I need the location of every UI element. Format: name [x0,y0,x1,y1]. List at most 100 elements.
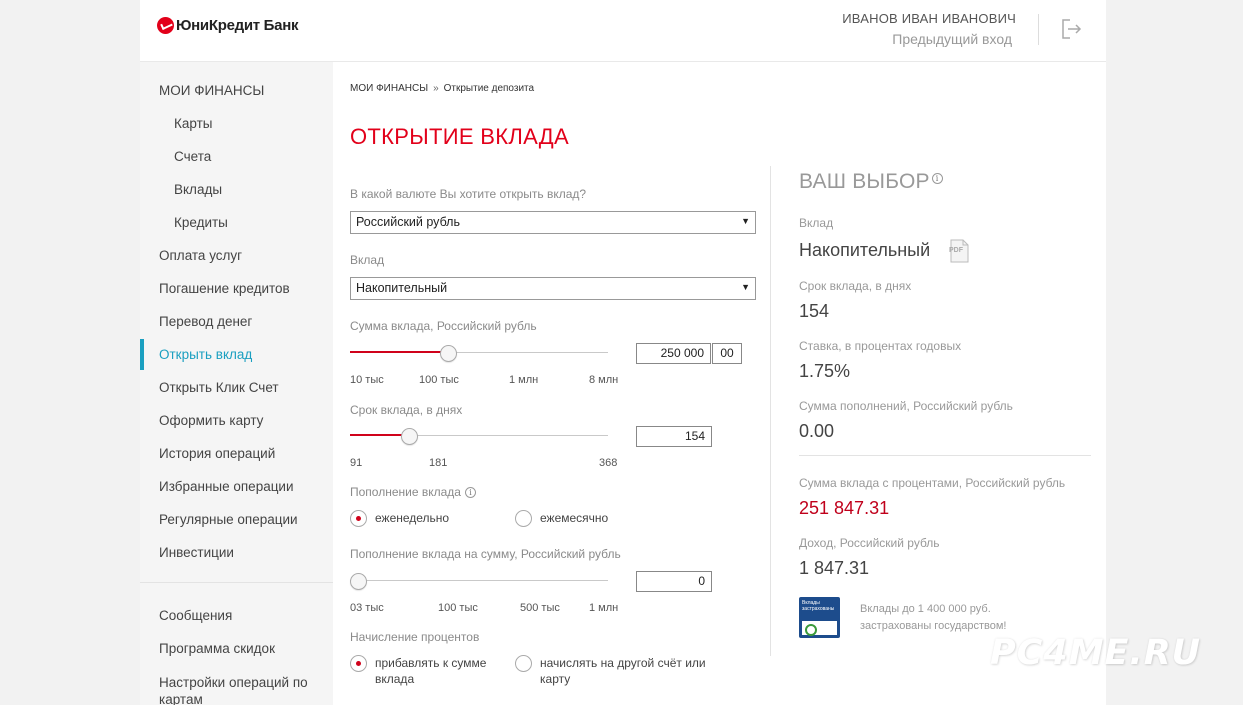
summary-income-value: 1 847.31 [799,558,870,578]
pdf-icon[interactable]: PDF [948,239,970,263]
summary-total-label: Сумма вклада с процентами, Российский ру… [799,476,1066,490]
deposit-type-select[interactable]: Накопительный ▼ [350,277,756,300]
topup-monthly-radio[interactable] [515,510,532,527]
amount-tick: 10 тыс [350,374,384,386]
topup-amount-tick: 500 тыс [520,602,560,614]
sidebar-item-accounts[interactable]: Счета [174,149,211,164]
interest-other-account-radio[interactable] [515,655,532,672]
amount-tick: 1 млн [509,374,539,386]
summary-title: ВАШ ВЫБОР i [799,170,943,194]
sidebar-item-deposits[interactable]: Вклады [174,182,222,197]
top-header: ЮниКредит Банк ИВАНОВ ИВАН ИВАНОВИЧ Пред… [140,0,1106,62]
amount-tick: 8 млн [589,374,619,386]
summary-separator [799,455,1091,456]
amount-slider[interactable] [350,343,608,363]
summary-term-label: Срок вклада, в днях [799,279,912,293]
term-slider[interactable] [350,426,608,446]
dropdown-arrow-icon: ▼ [741,282,750,292]
active-indicator [140,339,144,370]
deposit-type-label: Вклад [350,253,385,267]
info-icon[interactable]: i [464,487,476,498]
watermark: PC4ME.RU [990,633,1202,673]
interest-add-label[interactable]: прибавлять к сумме вклада [375,655,486,687]
insurance-logo-icon [802,621,837,636]
deposit-type-select-value: Накопительный [356,281,448,295]
sidebar-item-open-deposit[interactable]: Открыть вклад [159,347,252,362]
sidebar-item-open-click-account[interactable]: Открыть Клик Счет [159,380,279,395]
deposit-insurance-badge: Вклады застрахованы [799,597,840,638]
summary-divider [770,166,771,656]
topup-monthly-label[interactable]: ежемесячно [540,510,608,526]
term-tick: 181 [429,457,448,469]
topup-amount-tick: 1 млн [589,602,619,614]
interest-other-account-label[interactable]: начислять на другой счёт или карту [540,655,706,687]
sidebar-item-history[interactable]: История операций [159,446,275,461]
summary-term-value: 154 [799,301,830,321]
topup-amount-label: Пополнение вклада на сумму, Российский р… [350,547,621,561]
sidebar-item-loans[interactable]: Кредиты [174,215,228,230]
interest-label: Начисление процентов [350,630,480,644]
slider-thumb[interactable] [439,345,457,362]
unicredit-logo-icon [157,17,174,34]
page-title: ОТКРЫТИЕ ВКЛАДА [350,124,569,149]
amount-label: Сумма вклада, Российский рубль [350,319,537,333]
topup-amount-slider[interactable] [350,571,608,591]
sidebar-item-investments[interactable]: Инвестиции [159,545,234,560]
breadcrumb: МОИ ФИНАНСЫ » Открытие депозита [350,83,534,94]
info-icon[interactable]: i [931,173,943,184]
topup-label-text: Пополнение вклада [350,485,461,499]
badge-text: Вклады застрахованы [802,600,835,612]
summary-income-label: Доход, Российский рубль [799,536,940,550]
term-input[interactable]: 154 [636,426,712,447]
amount-tick: 100 тыс [419,374,459,386]
summary-total-value: 251 847.31 [799,498,890,518]
user-name: ИВАНОВ ИВАН ИВАНОВИЧ [842,11,1016,26]
topup-amount-tick: 100 тыс [438,602,478,614]
sidebar-item-card-settings[interactable]: Настройки операций по картам [159,674,329,705]
summary-deposit-label: Вклад [799,216,834,230]
currency-label: В какой валюте Вы хотите открыть вклад? [350,187,587,201]
sidebar-item-money-transfer[interactable]: Перевод денег [159,314,252,329]
interest-add-radio[interactable] [350,655,367,672]
term-label: Срок вклада, в днях [350,403,463,417]
breadcrumb-separator: » [433,83,439,94]
sidebar-item-order-card[interactable]: Оформить карту [159,413,263,428]
summary-topups-label: Сумма пополнений, Российский рубль [799,399,1013,413]
sidebar-item-favorites[interactable]: Избранные операции [159,479,294,494]
sidebar-divider [140,582,333,583]
term-tick: 91 [350,457,363,469]
amount-cents-input[interactable]: 00 [712,343,742,364]
summary-rate-value: 1.75% [799,361,851,381]
topup-weekly-radio[interactable] [350,510,367,527]
topup-weekly-label[interactable]: еженедельно [375,510,449,526]
logout-icon[interactable] [1060,18,1084,40]
breadcrumb-root-link[interactable]: МОИ ФИНАНСЫ [350,83,428,94]
sidebar-item-discount-program[interactable]: Программа скидок [159,641,275,656]
previous-login-link[interactable]: Предыдущий вход [892,31,1012,47]
topup-amount-input[interactable]: 0 [636,571,712,592]
slider-track [350,580,608,581]
insurance-note-line2: застрахованы государством! [860,620,1007,632]
amount-input[interactable]: 250 000 [636,343,711,364]
summary-rate-label: Ставка, в процентах годовых [799,339,962,353]
sidebar-item-my-finances[interactable]: МОИ ФИНАНСЫ [159,83,264,98]
sidebar-item-messages[interactable]: Сообщения [159,608,232,623]
slider-thumb[interactable] [350,573,367,590]
summary-title-text: ВАШ ВЫБОР [799,170,930,193]
sidebar-item-cards[interactable]: Карты [174,116,212,131]
slider-thumb[interactable] [400,428,418,445]
summary-deposit-value: Накопительный [799,240,931,260]
topup-label: Пополнение вклада i [350,485,476,499]
brand-logo[interactable]: ЮниКредит Банк [157,17,298,34]
slider-fill [350,351,449,353]
sidebar-item-loan-repayment[interactable]: Погашение кредитов [159,281,290,296]
pdf-icon-label: PDF [949,247,964,254]
term-tick: 368 [599,457,618,469]
breadcrumb-current: Открытие депозита [443,83,535,94]
currency-select-value: Российский рубль [356,215,460,229]
currency-select[interactable]: Российский рубль ▼ [350,211,756,234]
summary-topups-value: 0.00 [799,421,835,441]
sidebar-item-pay-services[interactable]: Оплата услуг [159,248,242,263]
sidebar-item-regular-operations[interactable]: Регулярные операции [159,512,298,527]
brand-name: ЮниКредит Банк [176,17,299,34]
